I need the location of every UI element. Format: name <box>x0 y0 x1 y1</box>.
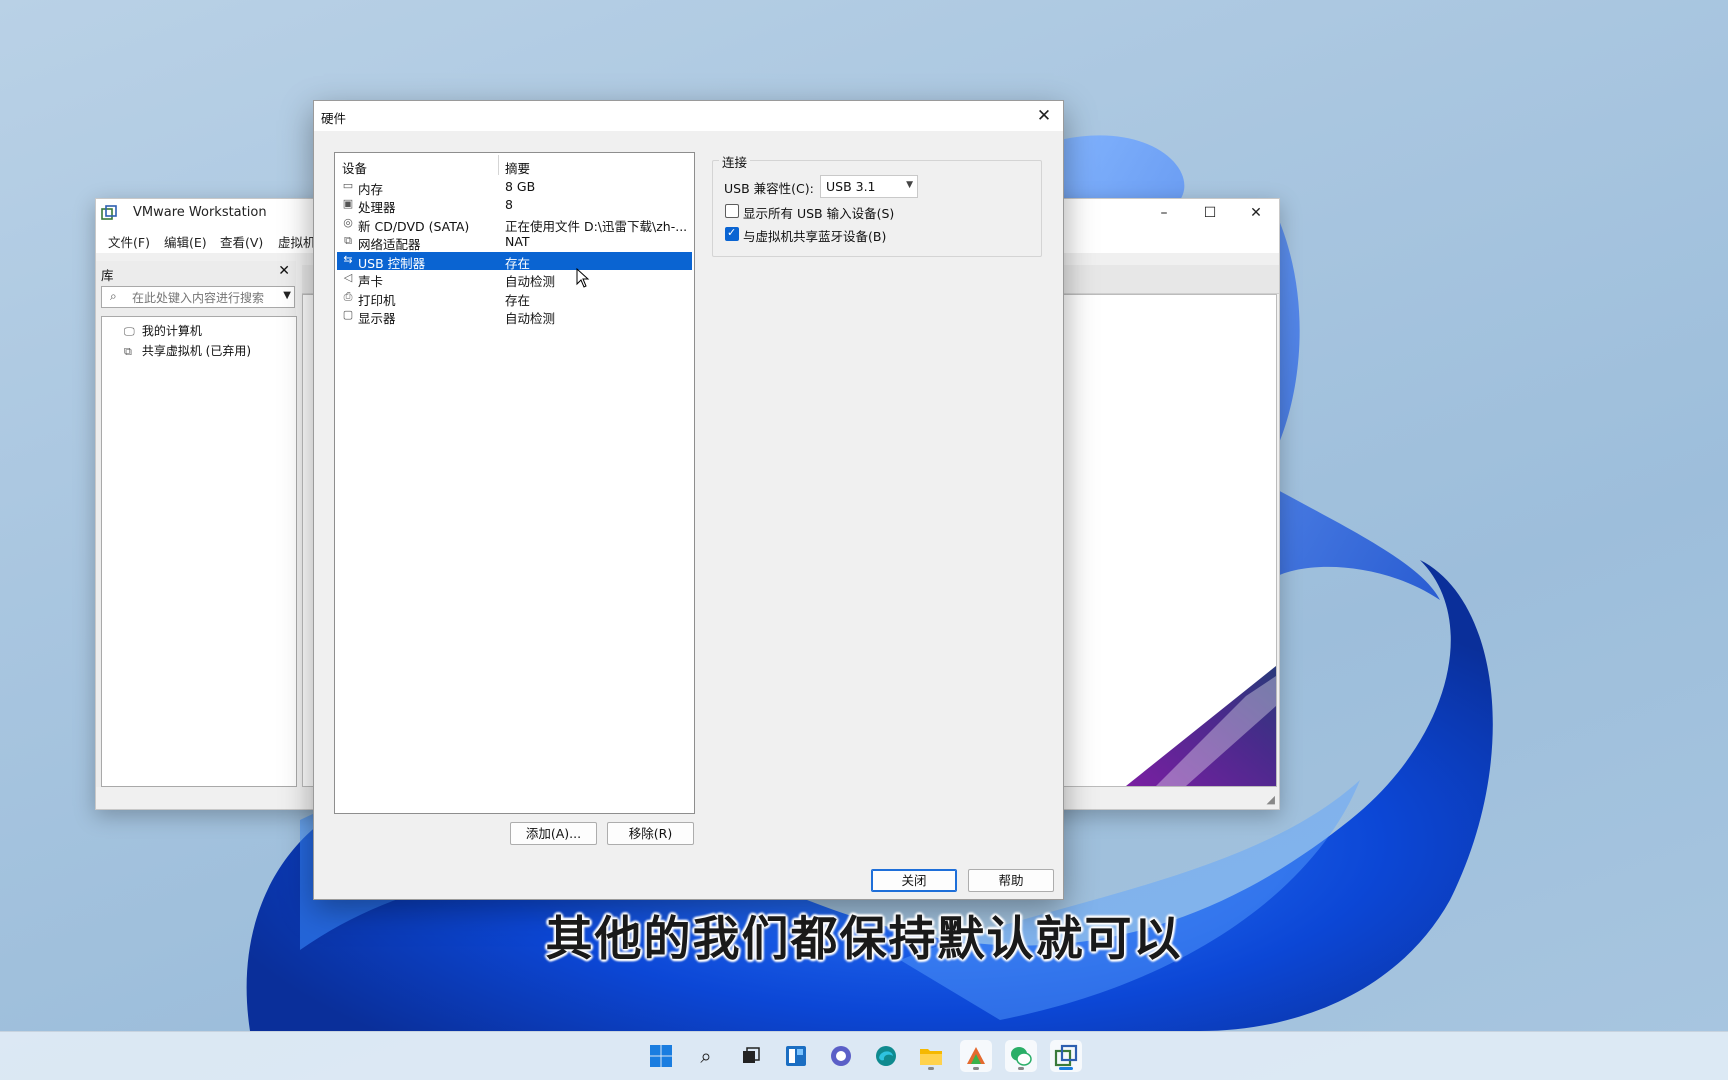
library-search: ⌕ ▼ <box>101 286 295 308</box>
minimize-icon[interactable]: – <box>1141 201 1187 225</box>
mouse-cursor-icon <box>576 268 590 288</box>
tree-item-label: 我的计算机 <box>141 324 202 338</box>
device-row-display[interactable]: ▢ 显示器 自动检测 <box>337 307 692 326</box>
close-button[interactable]: 关闭 <box>871 869 957 892</box>
menu-edit[interactable]: 编辑(E) <box>164 232 207 251</box>
column-device[interactable]: 设备 <box>342 158 367 177</box>
dialog-titlebar[interactable]: 硬件 ✕ <box>314 101 1063 131</box>
device-summary: 自动检测 <box>505 311 556 326</box>
cd-dvd-icon: ◎ <box>343 216 353 229</box>
usb-compat-value: USB 3.1 <box>826 179 876 194</box>
library-title: 库 <box>101 268 114 283</box>
windows-start-icon[interactable] <box>645 1040 677 1072</box>
tree-item-shared-vms[interactable]: ⧉ 共享虚拟机 (已弃用) <box>124 342 251 360</box>
remove-button[interactable]: 移除(R) <box>607 822 694 845</box>
chat-icon[interactable] <box>825 1040 857 1072</box>
column-summary[interactable]: 摘要 <box>505 158 530 177</box>
search-icon[interactable]: ⌕ <box>690 1040 722 1072</box>
edge-icon[interactable] <box>870 1040 902 1072</box>
dropdown-arrow-icon[interactable]: ▼ <box>283 290 291 301</box>
monitor-icon: ▢ <box>342 308 354 321</box>
menu-view[interactable]: 查看(V) <box>220 232 263 251</box>
vmware-title: VMware Workstation <box>133 205 267 220</box>
task-view-icon[interactable] <box>735 1040 767 1072</box>
home-decoration <box>1126 666 1276 786</box>
device-name: 网络适配器 <box>358 237 421 252</box>
chevron-down-icon: ▼ <box>906 180 913 190</box>
dialog-title: 硬件 <box>321 111 347 126</box>
device-row-usb[interactable]: ⇆ USB 控制器 存在 <box>337 252 692 271</box>
device-row-sound[interactable]: ◁ 声卡 自动检测 <box>337 270 692 289</box>
library-search-input[interactable] <box>130 288 272 307</box>
memory-icon: ▭ <box>342 179 354 192</box>
add-button[interactable]: 添加(A)... <box>510 822 597 845</box>
running-indicator <box>1059 1067 1073 1070</box>
running-indicator <box>1018 1067 1024 1070</box>
device-row-cd-dvd[interactable]: ◎ 新 CD/DVD (SATA) 正在使用文件 D:\迅雷下载\zh-... <box>337 215 692 234</box>
network-icon: ⧉ <box>344 234 352 247</box>
device-summary: 8 GB <box>505 179 536 194</box>
library-panel: 库 ✕ ⌕ ▼ 🖵 我的计算机 ⧉ 共享虚拟机 (已弃用) <box>96 261 297 787</box>
device-row-memory[interactable]: ▭ 内存 8 GB <box>337 178 692 197</box>
file-explorer-icon[interactable] <box>915 1040 947 1072</box>
resize-grip-icon[interactable]: ◢ <box>1267 793 1275 806</box>
usb-compat-select[interactable]: USB 3.1 ▼ <box>820 175 918 198</box>
device-row-printer[interactable]: ⎙ 打印机 存在 <box>337 289 692 308</box>
vmware-icon[interactable] <box>1050 1040 1082 1072</box>
maximize-icon[interactable]: ☐ <box>1187 201 1233 225</box>
share-bluetooth-label: 与虚拟机共享蓝牙设备(B) <box>743 229 887 244</box>
device-list: 设备 摘要 ▭ 内存 8 GB ▣ 处理器 8 ◎ 新 CD/DVD (SATA… <box>334 152 695 814</box>
device-name: 声卡 <box>358 274 384 289</box>
column-separator <box>498 155 499 175</box>
app-icon[interactable] <box>960 1040 992 1072</box>
device-row-network[interactable]: ⧉ 网络适配器 NAT <box>337 233 692 252</box>
vmware-logo-icon <box>101 205 117 220</box>
video-subtitle: 其他的我们都保持默认就可以 <box>545 912 1183 967</box>
widgets-icon[interactable] <box>780 1040 812 1072</box>
tree-item-label: 共享虚拟机 (已弃用) <box>141 344 252 358</box>
library-close-icon[interactable]: ✕ <box>278 263 290 279</box>
connection-group-label: 连接 <box>719 152 751 171</box>
help-button[interactable]: 帮助 <box>968 869 1054 892</box>
close-icon[interactable]: ✕ <box>1233 201 1279 225</box>
processor-icon: ▣ <box>342 197 354 210</box>
computer-icon: 🖵 <box>124 325 135 338</box>
tree-item-my-computer[interactable]: 🖵 我的计算机 <box>124 322 202 340</box>
library-tree: 🖵 我的计算机 ⧉ 共享虚拟机 (已弃用) <box>101 316 297 787</box>
show-all-usb-checkbox[interactable] <box>725 204 739 218</box>
device-row-processor[interactable]: ▣ 处理器 8 <box>337 196 692 215</box>
share-bluetooth-checkbox[interactable] <box>725 226 739 241</box>
printer-icon: ⎙ <box>343 290 353 303</box>
speaker-icon: ◁ <box>343 271 353 284</box>
wechat-icon[interactable] <box>1005 1040 1037 1072</box>
running-indicator <box>928 1067 934 1070</box>
search-icon: ⌕ <box>110 289 117 303</box>
taskbar: ⌕ <box>0 1031 1728 1080</box>
device-name: 处理器 <box>358 200 396 215</box>
running-indicator <box>973 1067 979 1070</box>
device-list-header: 设备 摘要 <box>335 153 694 177</box>
device-name: 显示器 <box>358 311 396 326</box>
device-summary: 8 <box>505 197 513 212</box>
shared-vm-icon: ⧉ <box>124 345 132 358</box>
desktop: VMware Workstation – ☐ ✕ 文件(F) 编辑(E) 查看(… <box>0 0 1728 1080</box>
show-all-usb-label: 显示所有 USB 输入设备(S) <box>743 206 895 221</box>
usb-compat-label: USB 兼容性(C): <box>724 181 814 196</box>
hardware-dialog: 硬件 ✕ 设备 摘要 ▭ 内存 8 GB ▣ 处理器 8 ◎ 新 CD/DVD … <box>313 100 1064 900</box>
menu-vm[interactable]: 虚拟机 <box>278 232 316 251</box>
device-summary: 自动检测 <box>505 274 556 289</box>
menu-file[interactable]: 文件(F) <box>108 232 150 251</box>
usb-icon: ⇆ <box>343 253 353 266</box>
device-summary: NAT <box>505 234 530 249</box>
close-icon[interactable]: ✕ <box>1031 103 1057 129</box>
